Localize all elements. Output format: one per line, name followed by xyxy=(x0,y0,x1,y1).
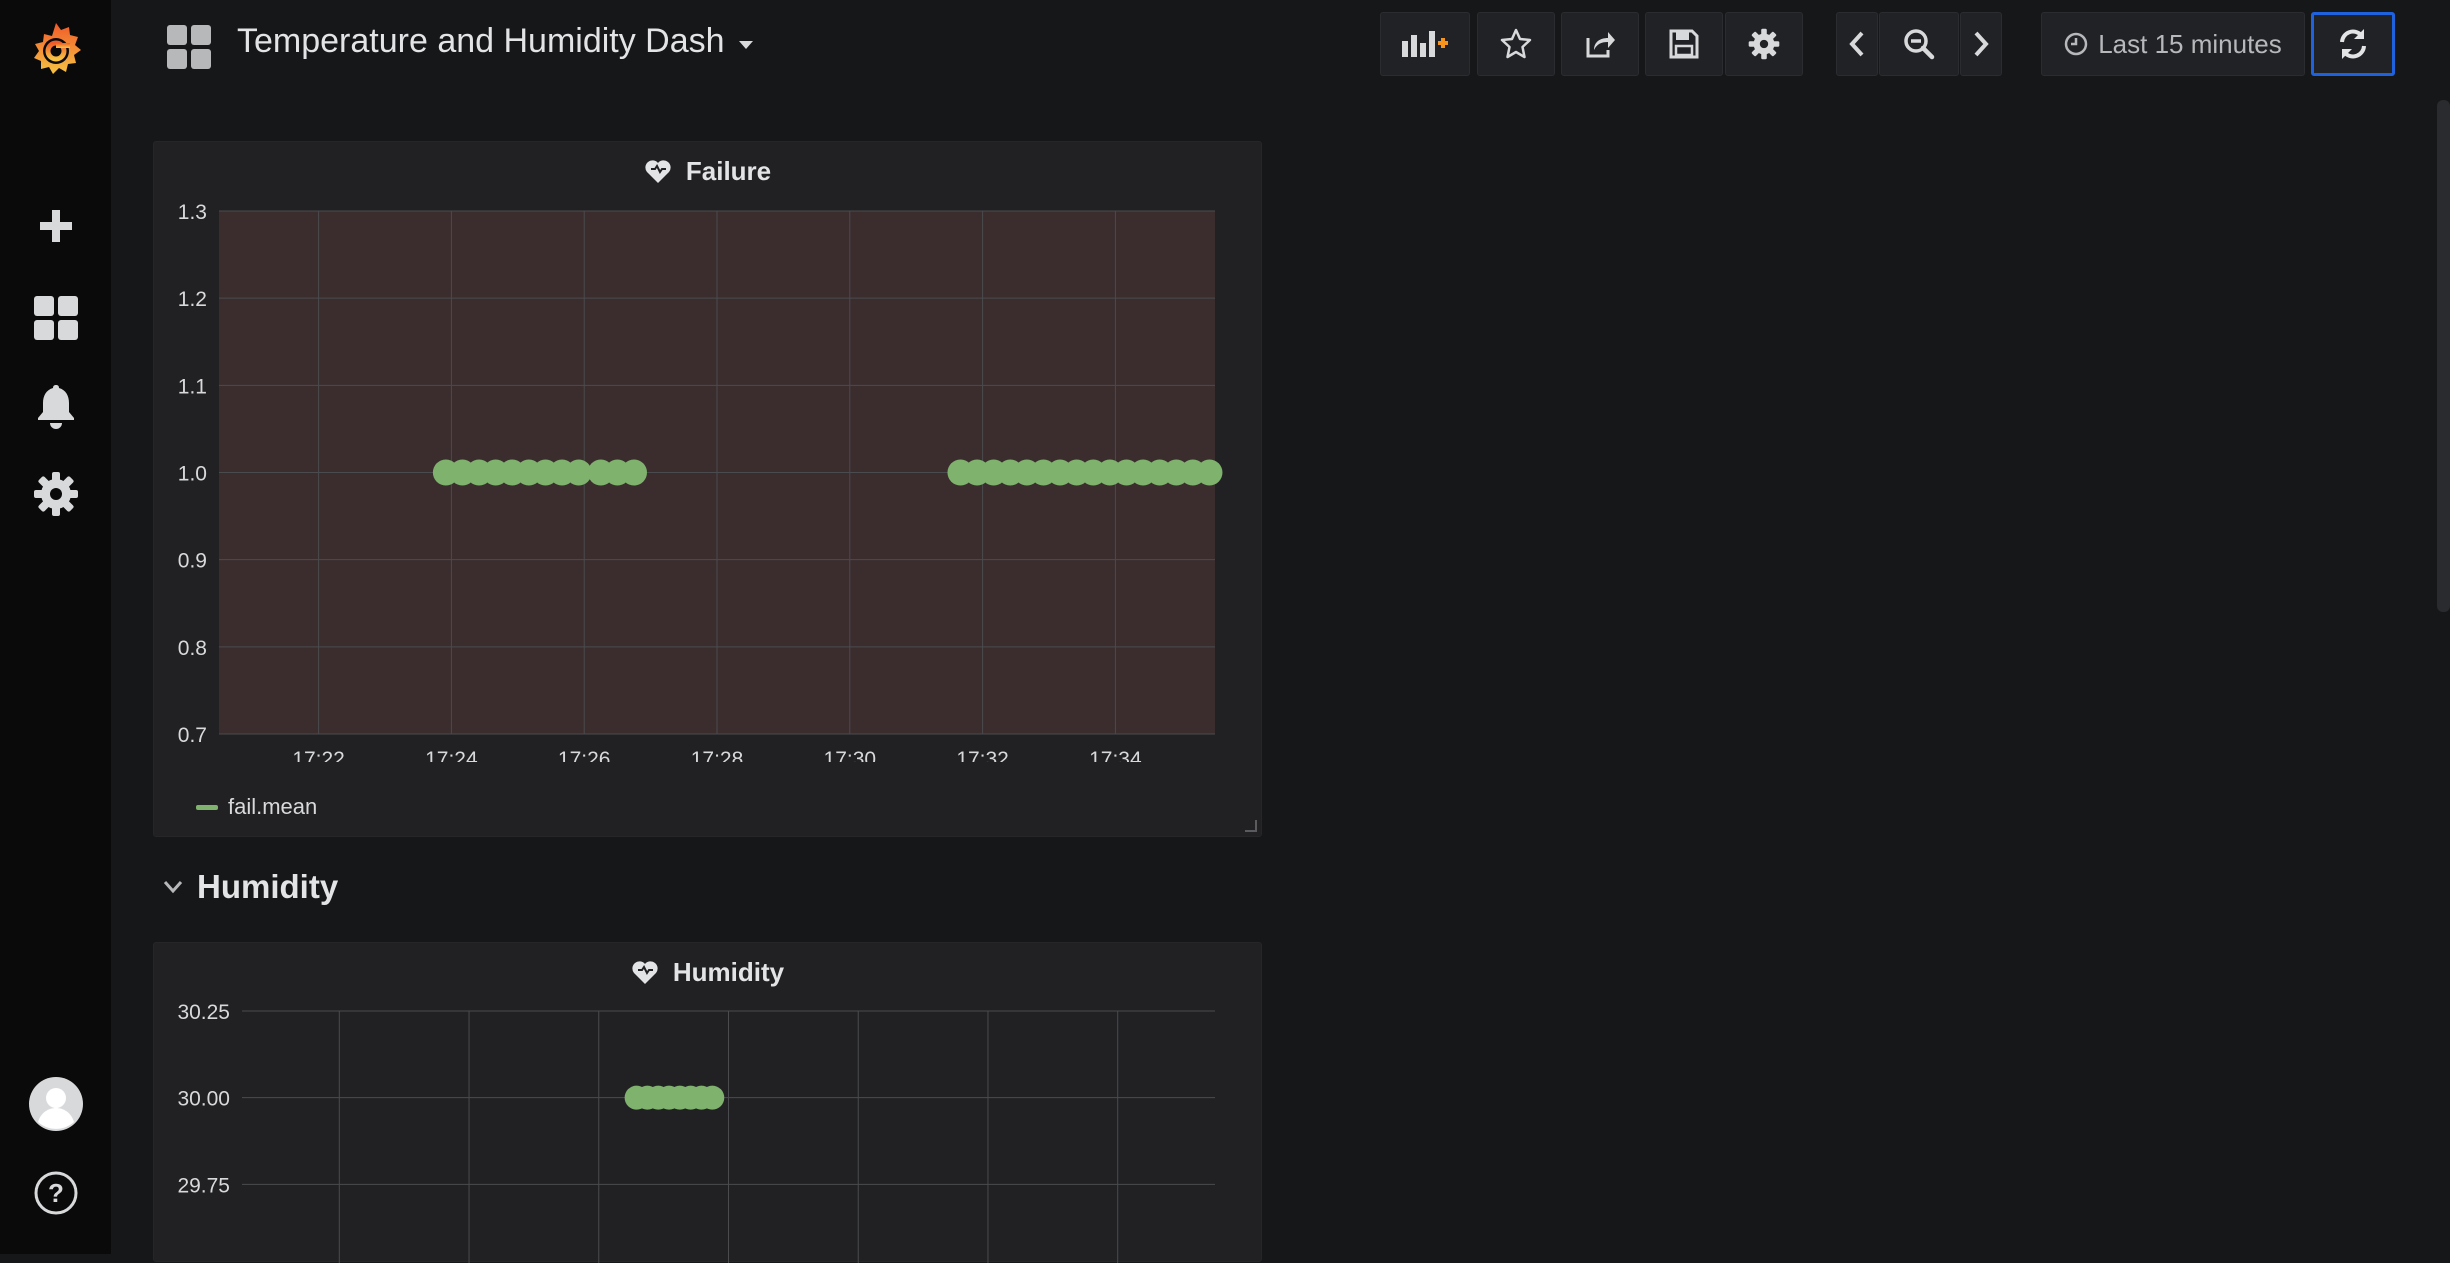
refresh-button[interactable] xyxy=(2311,12,2395,76)
y-tick-label: 1.0 xyxy=(178,463,207,486)
x-tick-label: 17:34 xyxy=(1089,748,1142,762)
x-tick-label: 17:32 xyxy=(956,748,1009,762)
legend-item-fail-mean[interactable]: fail.mean xyxy=(196,794,317,820)
y-tick-label: 0.7 xyxy=(178,724,207,747)
x-tick-label: 17:26 xyxy=(558,748,611,762)
failure-chart: 1.3 1.2 1.1 1.0 0.9 0.8 0.7 17:22 17:24 17:26 17:2… xyxy=(178,201,1223,762)
x-tick-label: 17:28 xyxy=(691,748,744,762)
user-avatar-icon[interactable] xyxy=(0,1076,111,1132)
sidebar: ? xyxy=(0,0,111,1254)
refresh-icon xyxy=(2340,29,2366,59)
add-panel-icon xyxy=(1402,31,1448,57)
data-point xyxy=(621,459,647,486)
plus-icon[interactable] xyxy=(0,204,111,248)
y-tick-label: 0.9 xyxy=(178,550,207,573)
svg-text:?: ? xyxy=(48,1178,64,1208)
chevron-down-icon[interactable] xyxy=(738,40,753,49)
grafana-logo-icon[interactable] xyxy=(0,10,111,90)
gear-icon[interactable] xyxy=(0,470,111,518)
page-scrollbar[interactable] xyxy=(2437,100,2450,612)
save-icon xyxy=(1669,29,1699,59)
x-tick-label: 17:30 xyxy=(824,748,877,762)
time-shift-forward-button[interactable] xyxy=(1960,12,2002,76)
dashboard-title[interactable]: Temperature and Humidity Dash xyxy=(237,22,753,61)
resize-handle[interactable] xyxy=(1245,820,1257,832)
time-picker-button[interactable]: Last 15 minutes xyxy=(2041,12,2305,76)
y-tick-label: 30.00 xyxy=(177,1088,230,1111)
time-shift-back-button[interactable] xyxy=(1836,12,1878,76)
humidity-panel: Humidity 30.25 30.00 29.75 xyxy=(153,942,1262,1263)
x-tick-label: 17:24 xyxy=(425,748,478,762)
chevron-left-icon xyxy=(1849,31,1864,57)
data-point xyxy=(1196,459,1223,486)
dashboard-title-text[interactable]: Temperature and Humidity Dash xyxy=(237,22,725,61)
zoom-out-icon xyxy=(1904,29,1935,60)
y-tick-label: 30.25 xyxy=(177,1001,230,1024)
share-icon xyxy=(1586,32,1615,58)
zoom-out-button[interactable] xyxy=(1879,12,1959,76)
humidity-chart: 30.25 30.00 29.75 xyxy=(177,1001,1215,1263)
y-tick-label: 29.75 xyxy=(177,1174,230,1197)
data-point xyxy=(700,1085,725,1110)
row-title: Humidity xyxy=(197,868,339,905)
settings-icon xyxy=(1748,28,1780,60)
star-icon xyxy=(1500,28,1532,59)
add-panel-button[interactable] xyxy=(1380,12,1470,76)
y-tick-label: 0.8 xyxy=(178,637,207,660)
dashboards-icon[interactable] xyxy=(0,294,111,342)
dashboard-grid-icon[interactable] xyxy=(167,25,211,74)
star-button[interactable] xyxy=(1477,12,1555,76)
save-button[interactable] xyxy=(1645,12,1723,76)
share-button[interactable] xyxy=(1561,12,1639,76)
y-tick-label: 1.1 xyxy=(178,375,207,398)
y-tick-label: 1.3 xyxy=(178,201,207,224)
failure-panel: Failure 1.3 1.2 1.1 1.0 0.9 0.8 0.7 17:22 17:24 1… xyxy=(153,141,1262,837)
clock-icon xyxy=(2064,32,2088,56)
time-range-label: Last 15 minutes xyxy=(2098,28,2282,59)
x-tick-label: 17:22 xyxy=(292,748,345,762)
chevron-down-icon xyxy=(163,881,183,894)
help-icon[interactable]: ? xyxy=(0,1168,111,1218)
top-navbar: Temperature and Humidity Dash Last 15 mi… xyxy=(111,0,2450,92)
legend-swatch xyxy=(196,804,218,810)
settings-button[interactable] xyxy=(1725,12,1803,76)
bell-icon[interactable] xyxy=(0,382,111,430)
chevron-right-icon xyxy=(1974,31,1989,57)
legend-label: fail.mean xyxy=(228,794,318,819)
data-point xyxy=(565,459,592,486)
y-tick-label: 1.2 xyxy=(178,288,207,311)
row-header-humidity[interactable]: Humidity xyxy=(163,868,338,906)
